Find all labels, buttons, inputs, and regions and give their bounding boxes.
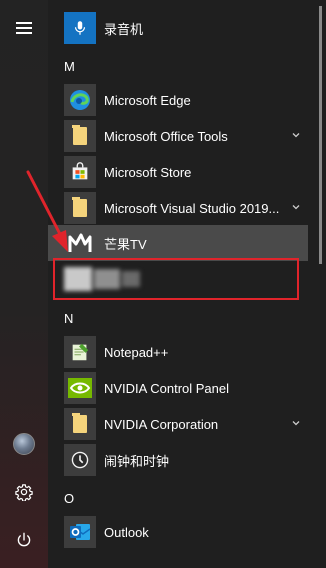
app-item-microsoft-visual-studio[interactable]: Microsoft Visual Studio 2019... <box>48 190 308 226</box>
hamburger-menu-button[interactable] <box>0 8 48 48</box>
app-item-microsoft-store[interactable]: Microsoft Store <box>48 154 308 190</box>
user-avatar-icon <box>13 433 35 455</box>
hamburger-menu-icon <box>16 19 32 37</box>
section-header-m[interactable]: M <box>64 59 75 74</box>
edge-icon <box>70 90 90 110</box>
outlook-app-tile <box>64 516 96 548</box>
app-label: Microsoft Office Tools <box>104 128 228 144</box>
app-item-notepad-plus-plus[interactable]: Notepad++ <box>48 334 308 370</box>
user-account-button[interactable] <box>0 424 48 464</box>
app-label: Outlook <box>104 524 149 540</box>
chevron-down-icon[interactable] <box>290 129 302 141</box>
scrollbar[interactable] <box>319 0 322 568</box>
notepad-plus-plus-icon <box>72 343 89 361</box>
recorder-app-tile <box>64 12 96 44</box>
chevron-down-icon[interactable] <box>290 201 302 213</box>
outlook-icon <box>70 524 91 540</box>
app-label: 闹钟和时钟 <box>104 453 170 469</box>
app-label: Microsoft Edge <box>104 92 191 108</box>
app-item-alarms-clock[interactable]: 闹钟和时钟 <box>48 442 308 478</box>
notepadpp-app-tile <box>64 336 96 368</box>
scrollbar-thumb[interactable] <box>319 6 322 264</box>
start-left-rail <box>0 0 48 568</box>
app-item-mango-tv[interactable]: 芒果TV <box>48 225 308 261</box>
section-header-o[interactable]: O <box>64 491 74 506</box>
app-item-microsoft-office-tools[interactable]: Microsoft Office Tools <box>48 118 308 154</box>
folder-tile <box>64 120 96 152</box>
app-item-outlook[interactable]: Outlook <box>48 514 308 550</box>
power-button[interactable] <box>0 520 48 560</box>
app-item-recorder[interactable]: 录音机 <box>48 10 308 46</box>
nvidia-eye-icon <box>68 378 92 398</box>
clock-icon <box>71 451 89 469</box>
folder-icon <box>72 413 87 433</box>
folder-icon <box>72 125 87 145</box>
settings-button[interactable] <box>0 472 48 512</box>
highlight-annotation-box <box>53 258 299 300</box>
app-label: Notepad++ <box>104 344 169 360</box>
app-label: NVIDIA Control Panel <box>104 380 230 396</box>
app-label: 录音机 <box>104 21 144 37</box>
edge-app-tile <box>64 84 96 116</box>
app-item-nvidia-control-panel[interactable]: NVIDIA Control Panel <box>48 370 308 406</box>
chevron-down-icon[interactable] <box>290 417 302 429</box>
nvidia-app-tile <box>64 372 96 404</box>
power-icon <box>17 532 31 547</box>
app-item-microsoft-edge[interactable]: Microsoft Edge <box>48 82 308 118</box>
app-label: Microsoft Visual Studio 2019... <box>104 200 280 216</box>
folder-tile <box>64 408 96 440</box>
app-label: NVIDIA Corporation <box>104 416 219 432</box>
alarms-app-tile <box>64 444 96 476</box>
gear-icon <box>15 484 33 501</box>
annotation-arrow-icon <box>26 170 68 252</box>
app-label: 芒果TV <box>104 236 147 252</box>
app-item-nvidia-corporation[interactable]: NVIDIA Corporation <box>48 406 308 442</box>
section-header-n[interactable]: N <box>64 311 73 326</box>
app-label: Microsoft Store <box>104 164 192 180</box>
microphone-icon <box>74 21 86 35</box>
